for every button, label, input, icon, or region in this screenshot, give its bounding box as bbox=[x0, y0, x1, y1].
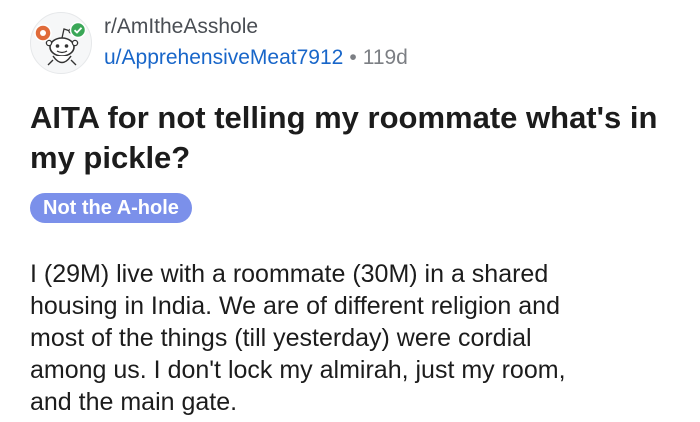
post-body: I (29M) live with a roommate (30M) in a … bbox=[30, 258, 680, 418]
award-badge-icon bbox=[34, 24, 52, 42]
body-line: housing in India. We are of different re… bbox=[30, 292, 560, 320]
post-meta: r/AmItheAsshole u/ApprehensiveMeat7912 • 1… bbox=[104, 12, 408, 71]
author-username[interactable]: u/ApprehensiveMeat7912 bbox=[104, 46, 343, 69]
body-line: I (29M) live with a roommate (30M) in a … bbox=[30, 260, 549, 288]
subreddit-name[interactable]: r/AmItheAsshole bbox=[104, 14, 408, 40]
post-flair[interactable]: Not the A-hole bbox=[30, 193, 192, 223]
subreddit-avatar[interactable] bbox=[30, 12, 92, 74]
post-title[interactable]: AITA for not telling my roommate what's … bbox=[30, 98, 680, 178]
post-byline: u/ApprehensiveMeat7912 • 119d bbox=[104, 45, 408, 71]
body-line: most of the things (till yesterday) were… bbox=[30, 324, 532, 352]
body-line: among us. I don't lock my almirah, just … bbox=[30, 356, 566, 384]
byline-separator: • bbox=[349, 46, 357, 69]
body-line: and the main gate. bbox=[30, 388, 238, 416]
post-age: 119d bbox=[362, 46, 408, 69]
post-card: r/AmItheAsshole u/ApprehensiveMeat7912 • 1… bbox=[0, 0, 700, 422]
post-header: r/AmItheAsshole u/ApprehensiveMeat7912 • 1… bbox=[30, 12, 408, 74]
verified-check-badge-icon bbox=[69, 21, 87, 39]
